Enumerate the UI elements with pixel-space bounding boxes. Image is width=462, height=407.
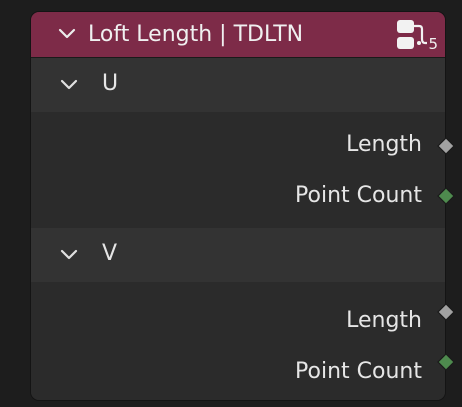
loft-length-node[interactable]: Loft Length | TDLTN 5 U Length Point Cou… [30,11,446,401]
panel-v-header[interactable]: V [31,228,445,282]
node-header[interactable]: Loft Length | TDLTN 5 [31,12,445,58]
output-socket-v-point-count[interactable] [437,353,455,371]
socket-diamond-shape [437,353,455,371]
output-label-point-count: Point Count [295,183,422,208]
socket-diamond-shape [437,303,455,321]
node-icon-count: 5 [428,35,438,53]
panel-u-label: U [102,71,119,96]
socket-diamond-shape [437,187,455,205]
output-socket-v-length[interactable] [437,303,455,321]
output-label-point-count: Point Count [295,359,422,384]
panel-v-body: Length Point Count [31,282,445,400]
node-title: Loft Length | TDLTN [88,22,304,47]
output-label-length: Length [346,132,422,157]
output-socket-u-length[interactable] [437,137,455,155]
socket-diamond-shape [437,137,455,155]
chevron-down-icon[interactable] [59,75,79,95]
output-label-length: Length [346,308,422,333]
output-socket-u-point-count[interactable] [437,187,455,205]
panel-v-label: V [102,241,118,266]
chevron-down-icon[interactable] [59,245,79,265]
chevron-down-icon[interactable] [57,24,77,44]
panel-u-header[interactable]: U [31,58,445,112]
panel-u-body: Length Point Count [31,112,445,228]
